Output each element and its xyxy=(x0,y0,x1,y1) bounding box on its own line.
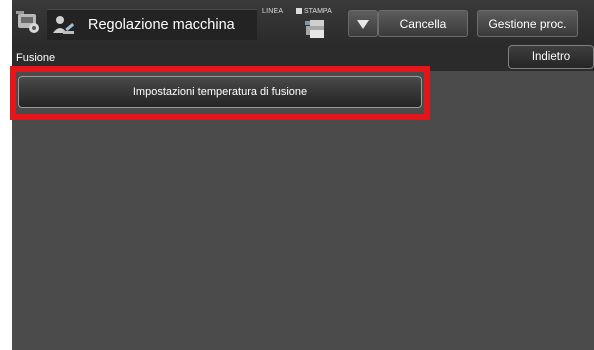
section-title: Fusione xyxy=(16,52,56,64)
line-status-label: LINEA xyxy=(262,8,284,15)
screen: Regolazione macchina LINEA STAMPA Cancel… xyxy=(12,0,594,350)
machine-adjust-icon[interactable] xyxy=(15,9,41,35)
cancel-button[interactable]: Cancella xyxy=(378,10,468,37)
print-status-label: STAMPA xyxy=(296,8,332,15)
status-dropdown-button[interactable] xyxy=(348,10,378,37)
user-wrench-icon xyxy=(53,16,75,34)
page-title: Regolazione macchina xyxy=(88,17,235,33)
fusing-temperature-settings-button[interactable]: Impostazioni temperatura di fusione xyxy=(18,76,422,108)
job-management-button[interactable]: Gestione proc. xyxy=(477,10,578,37)
triangle-down-icon xyxy=(357,20,369,29)
top-bar: Regolazione macchina LINEA STAMPA Cancel… xyxy=(12,0,594,47)
back-button[interactable]: Indietro xyxy=(508,45,594,69)
printer-status-icon xyxy=(305,20,324,38)
title-box: Regolazione macchina xyxy=(47,9,257,40)
